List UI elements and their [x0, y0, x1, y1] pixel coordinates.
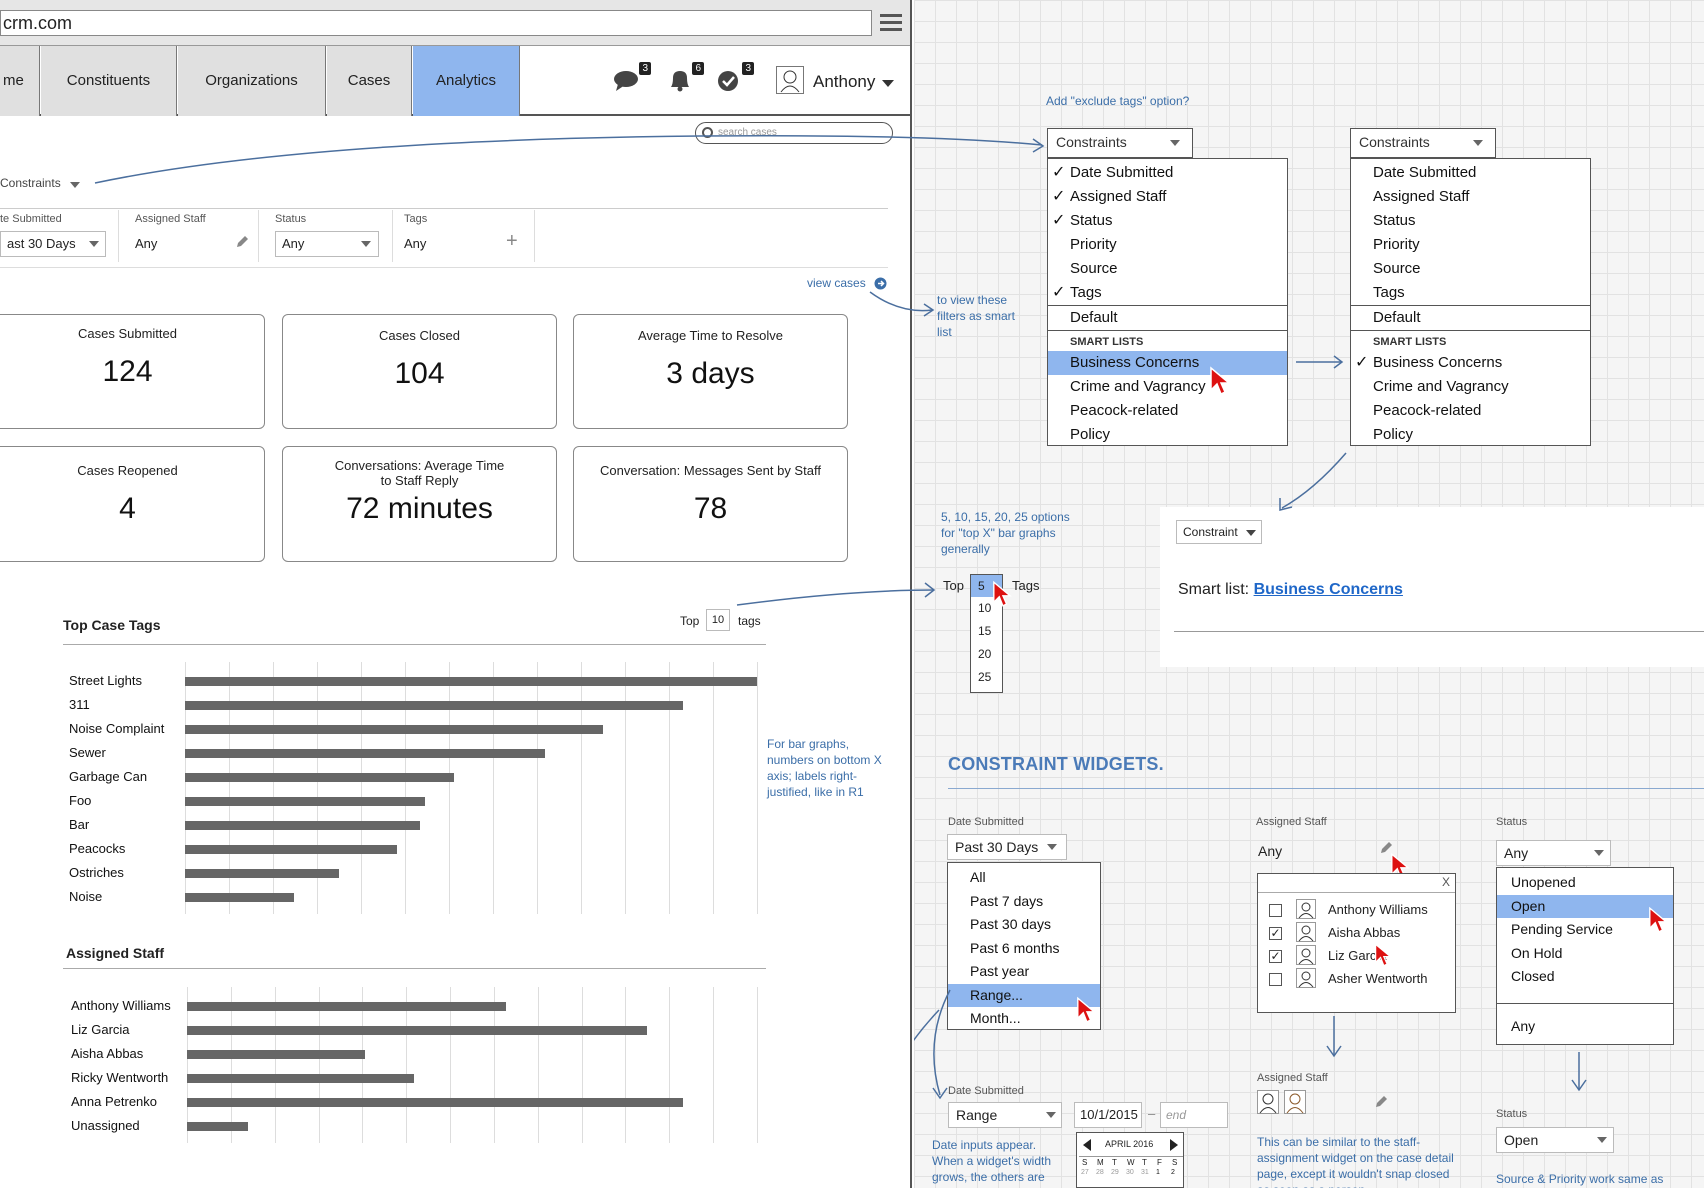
cross-pane-arrows	[94, 134, 1045, 606]
